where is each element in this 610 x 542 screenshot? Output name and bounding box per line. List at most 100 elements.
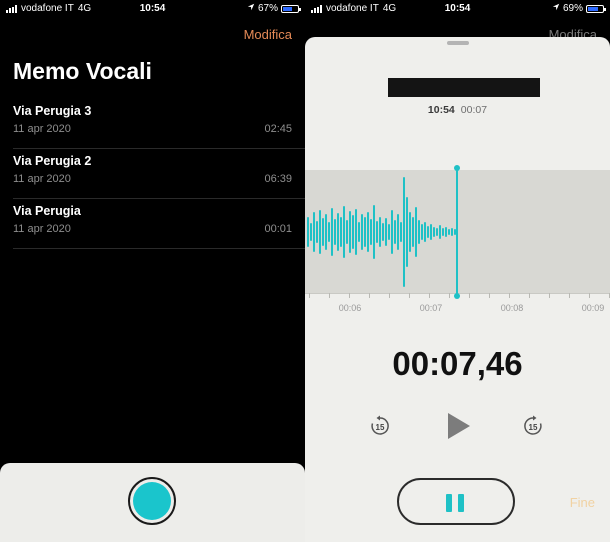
skip-back-label: 15 — [376, 423, 385, 432]
waveform-bar — [442, 228, 444, 236]
waveform-bar — [370, 219, 372, 245]
waveform-bar — [388, 224, 390, 240]
recording-duration: 06:39 — [264, 173, 292, 185]
waveform-bar — [337, 213, 339, 251]
elapsed-timer: 00:07,46 — [392, 345, 523, 382]
sheet-grabber[interactable] — [447, 41, 469, 45]
recording-name: Via Perugia 3 — [13, 104, 92, 118]
waveform-bar — [406, 197, 408, 267]
recording-name: Via Perugia — [13, 204, 81, 218]
timeline-tick — [569, 293, 570, 298]
timeline-tick — [389, 293, 390, 298]
recording-date: 11 apr 2020 — [13, 123, 71, 135]
waveform-bar — [373, 205, 375, 259]
done-button[interactable]: Fine — [570, 495, 595, 510]
timeline-tick — [529, 293, 530, 298]
skip-back-15-button[interactable]: 15 — [369, 415, 391, 437]
waveform-bar — [376, 221, 378, 243]
record-tray — [0, 463, 305, 542]
waveform-bar — [379, 217, 381, 247]
recording-sheet: 10:54 00:07 00:06 00:07 00:08 00:09 00:07… — [305, 37, 610, 542]
timeline-tick — [369, 293, 370, 298]
waveform-bar — [319, 210, 321, 254]
timeline-label: 00:07 — [419, 303, 443, 313]
list-item[interactable]: Via Perugia 2 11 apr 2020 06:39 — [13, 149, 305, 199]
location-arrow-icon — [552, 3, 560, 14]
waveform-bar — [439, 225, 441, 239]
playhead-bottom-handle[interactable] — [454, 293, 460, 299]
waveform-bar — [313, 212, 315, 252]
waveform-bar — [352, 215, 354, 249]
recording-time: 10:54 — [427, 104, 455, 116]
recording-detail-screen: vodafone IT 4G 10:54 69% Modifica 10:54 0… — [305, 0, 610, 542]
waveform-bar — [394, 220, 396, 244]
waveform-bar — [385, 218, 387, 246]
skip-back-icon: 15 — [371, 415, 389, 435]
waveform-bar — [364, 217, 366, 247]
list-item[interactable]: Via Perugia 11 apr 2020 00:01 — [13, 199, 305, 249]
waveform-bar — [421, 224, 423, 240]
timeline-label: 00:08 — [500, 303, 524, 313]
recording-name: Via Perugia 2 — [13, 154, 92, 168]
playhead-top-handle[interactable] — [454, 165, 460, 171]
timeline-tick — [489, 293, 490, 298]
skip-forward-15-button[interactable]: 15 — [522, 415, 544, 437]
waveform-bar — [451, 228, 453, 236]
waveform-bar — [418, 220, 420, 244]
waveform-bar — [412, 217, 414, 247]
pause-icon — [458, 494, 464, 512]
waveform-bar — [343, 206, 345, 258]
skip-forward-icon: 15 — [524, 415, 542, 435]
record-button[interactable] — [128, 477, 176, 525]
waveform-bar — [322, 218, 324, 246]
pause-record-button[interactable] — [397, 478, 515, 525]
battery-icon — [586, 4, 606, 13]
waveform-bar — [427, 226, 429, 238]
timeline-tick — [469, 293, 470, 298]
battery-percent: 67% — [257, 3, 278, 14]
recording-meta: 10:54 00:07 — [305, 104, 610, 116]
waveform-bar — [361, 214, 363, 250]
waveform-bar — [349, 211, 351, 253]
timeline-label: 00:09 — [581, 303, 605, 313]
waveform-bar — [448, 229, 450, 235]
recording-duration: 02:45 — [264, 123, 292, 135]
waveform-bar — [415, 207, 417, 257]
timeline-tick — [549, 293, 550, 298]
waveform-bar — [346, 220, 348, 244]
list-item[interactable]: Via Perugia 3 11 apr 2020 02:45 — [13, 99, 305, 149]
recording-duration: 00:01 — [264, 223, 292, 235]
playhead[interactable] — [454, 165, 460, 299]
timeline-tick — [509, 293, 510, 298]
waveform-bar — [316, 221, 318, 243]
voice-memos-list-screen: vodafone IT 4G 10:54 67% Modifica Memo V… — [0, 0, 305, 542]
edit-button[interactable]: Modifica — [244, 27, 292, 42]
waveform-bar — [331, 208, 333, 256]
waveform-bar — [400, 222, 402, 242]
recordings-list: Via Perugia 3 11 apr 2020 02:45 Via Peru… — [0, 99, 305, 249]
status-bar: vodafone IT 4G 10:54 69% — [305, 0, 610, 18]
record-dot-icon — [133, 482, 171, 520]
waveform-bar — [367, 212, 369, 252]
waveform-bar — [355, 209, 357, 255]
waveform-bar — [403, 177, 405, 287]
timeline-tick — [429, 293, 430, 298]
location-arrow-icon — [247, 3, 255, 14]
timeline-label: 00:06 — [338, 303, 362, 313]
play-icon — [448, 413, 470, 439]
redacted-title — [388, 78, 540, 97]
skip-forward-label: 15 — [529, 423, 538, 432]
waveform-bar — [424, 222, 426, 242]
waveform-bar — [445, 227, 447, 237]
timeline-tick — [409, 293, 410, 298]
timeline-tick — [589, 293, 590, 298]
waveform-bar — [391, 210, 393, 254]
waveform-bar — [334, 219, 336, 245]
play-button[interactable] — [443, 411, 473, 441]
timeline-tick — [449, 293, 450, 298]
recording-date: 11 apr 2020 — [13, 223, 71, 235]
waveform-bar — [430, 224, 432, 240]
recording-duration: 00:07 — [460, 104, 488, 116]
waveform-bar — [310, 223, 312, 241]
waveform-bar — [382, 223, 384, 241]
